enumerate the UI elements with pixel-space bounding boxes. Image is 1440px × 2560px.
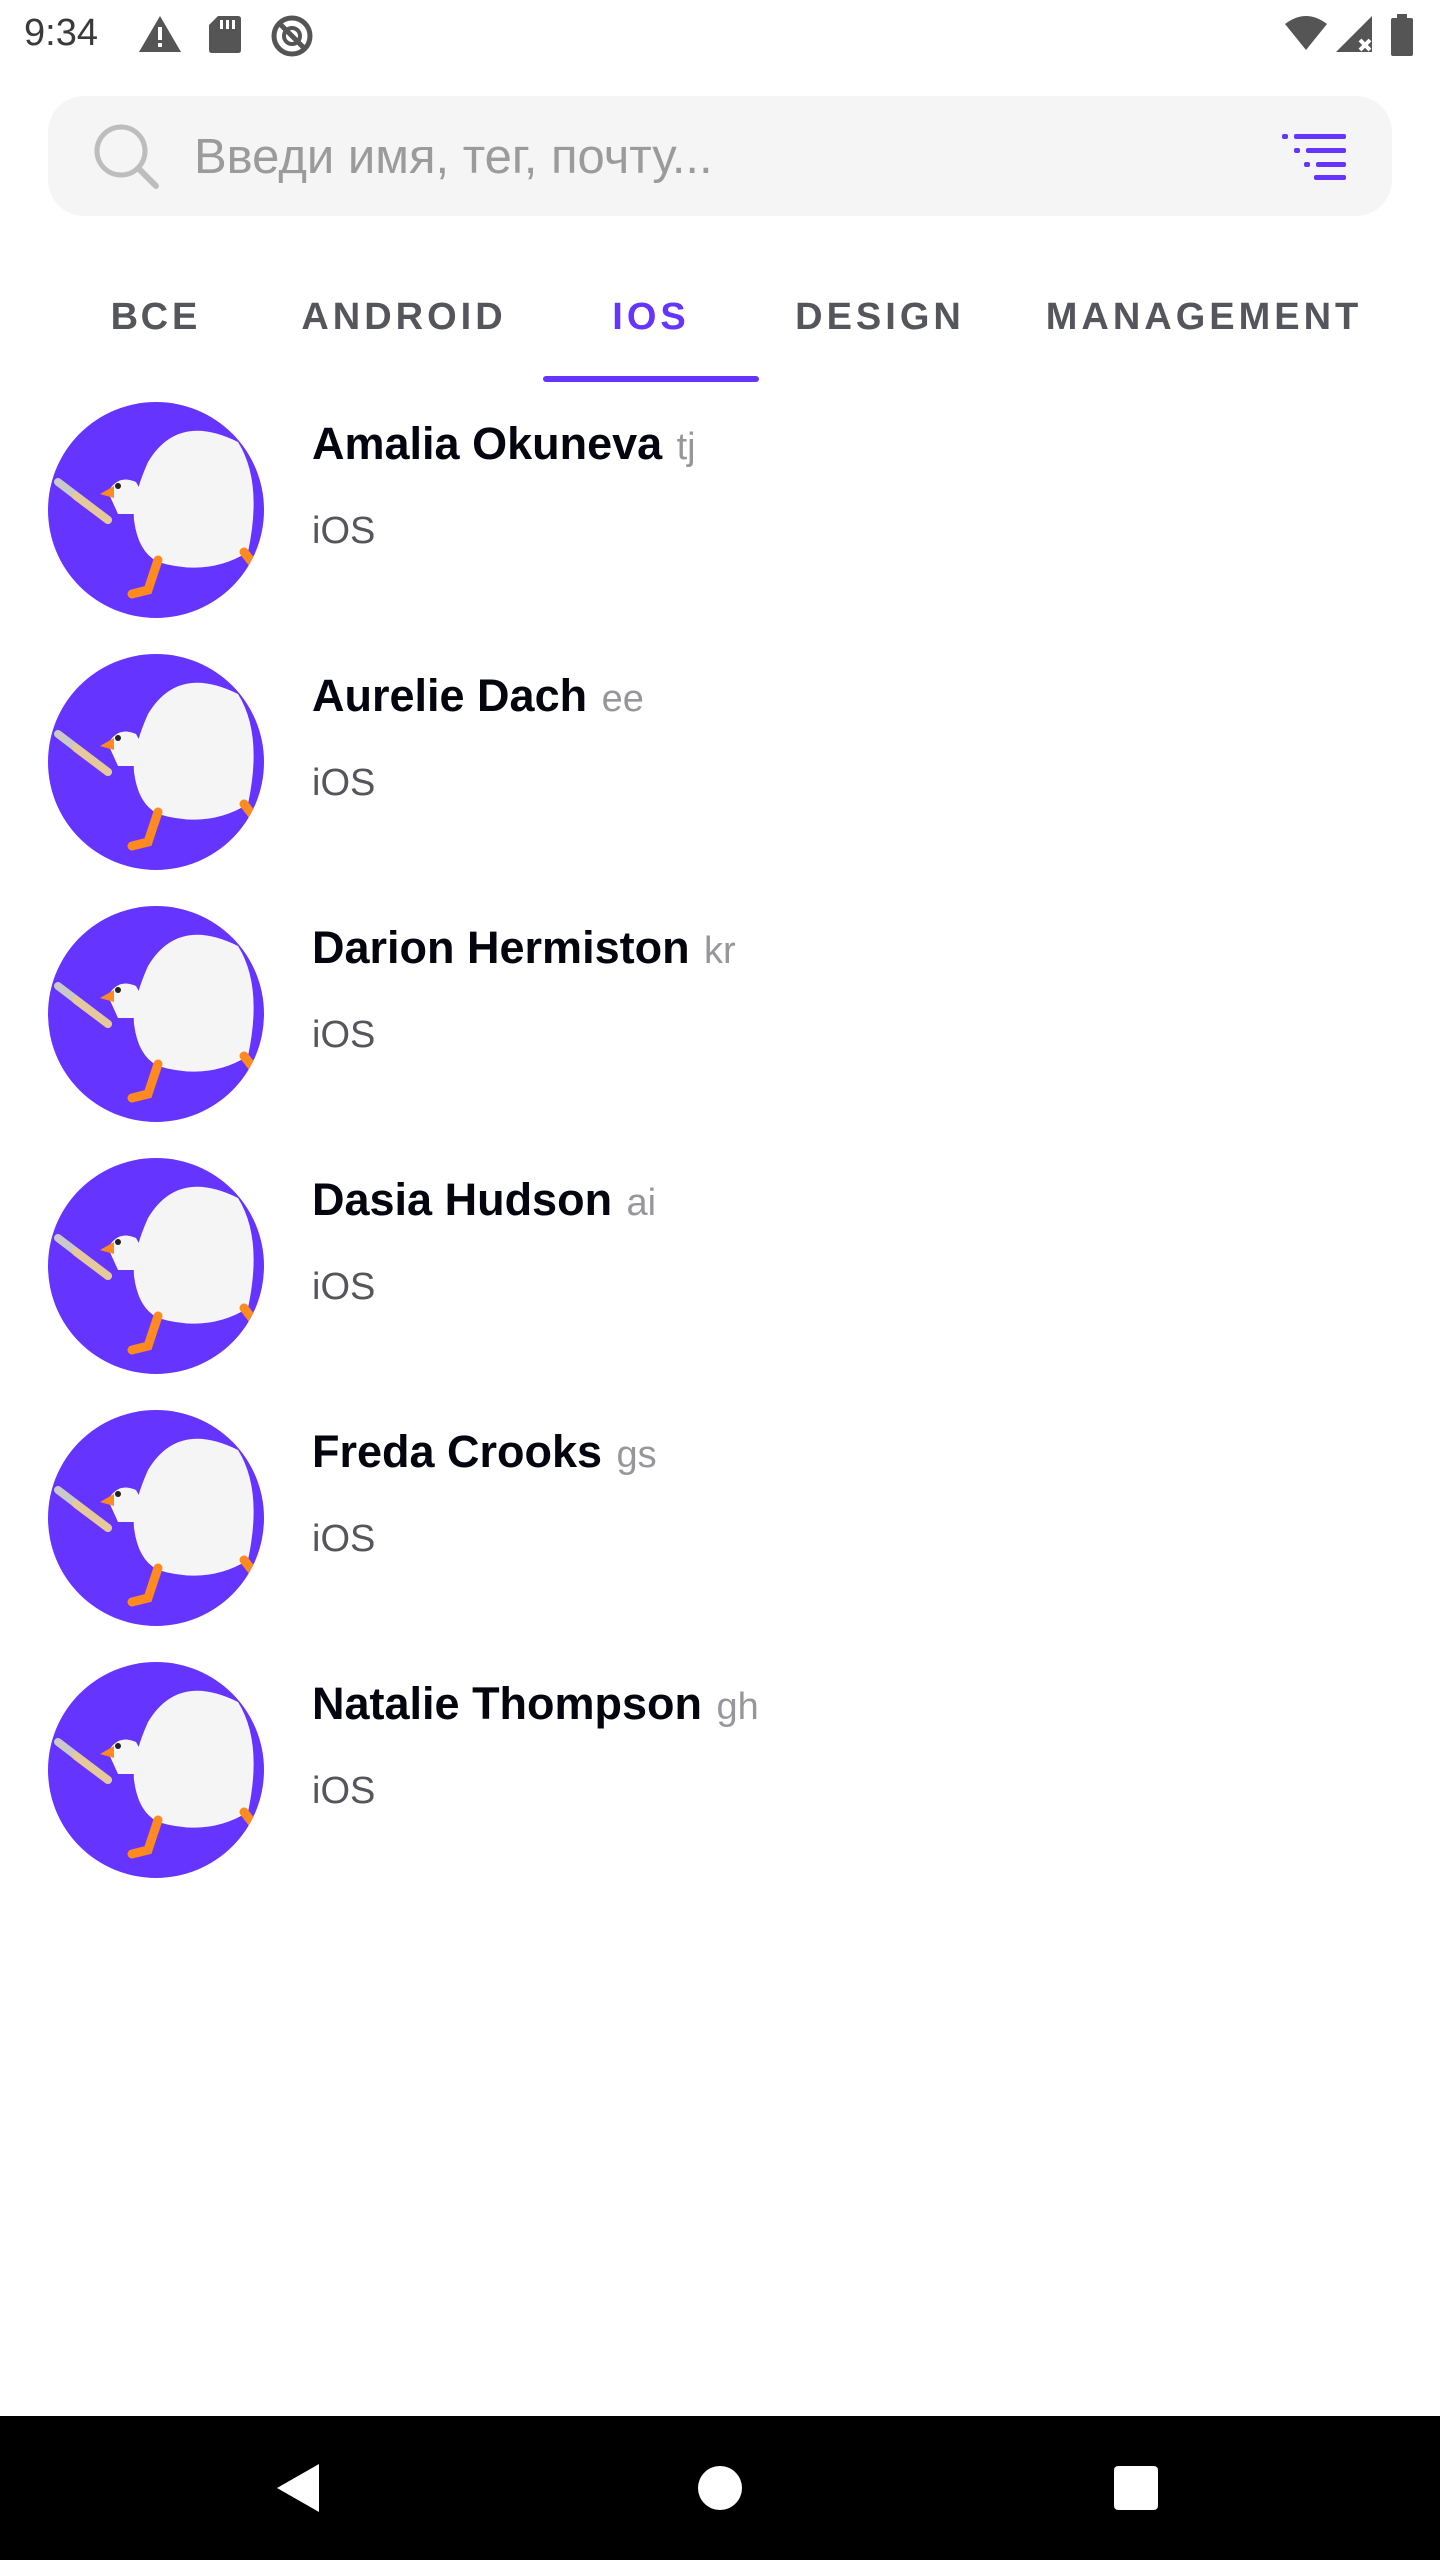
warning-icon <box>139 16 181 52</box>
tab-ios[interactable]: IOS <box>543 250 759 384</box>
user-department: iOS <box>312 1266 376 1308</box>
search-bar[interactable] <box>48 96 1392 218</box>
navigation-bar <box>0 2416 1440 2560</box>
goose-avatar-image <box>54 430 263 599</box>
back-icon <box>277 2464 319 2512</box>
cell-signal-icon <box>1336 16 1372 52</box>
home-icon <box>698 2466 742 2510</box>
list-item[interactable]: Aurelie Dach ee iOS <box>0 630 1440 882</box>
user-tag: tj <box>676 426 696 468</box>
user-name: Freda Crooks <box>312 1426 603 1477</box>
home-button[interactable] <box>648 2416 792 2560</box>
user-tag: ee <box>601 678 644 720</box>
list-item[interactable]: Natalie Thompson gh iOS <box>0 1638 1440 1890</box>
department-tabs: ВСЕ ANDROID IOS DESIGN MANAGEMENT <box>0 250 1440 384</box>
user-tag: gs <box>616 1434 657 1476</box>
avatar <box>48 1410 264 1626</box>
recents-button[interactable] <box>1064 2416 1208 2560</box>
avatar <box>48 654 264 870</box>
user-name: Darion Hermiston <box>312 922 690 973</box>
search-icon <box>94 124 159 189</box>
user-name: Natalie Thompson <box>312 1678 703 1729</box>
back-button[interactable] <box>226 2416 370 2560</box>
battery-icon <box>1391 14 1413 56</box>
avatar <box>48 1158 264 1374</box>
list-item[interactable]: Freda Crooks gs iOS <box>0 1386 1440 1638</box>
goose-avatar-image <box>54 1186 263 1355</box>
status-time: 9:34 <box>24 12 98 54</box>
user-department: iOS <box>312 1770 376 1812</box>
user-tag: kr <box>704 930 736 972</box>
user-name: Dasia Hudson <box>312 1174 613 1225</box>
status-bar: 9:34 <box>0 0 1440 72</box>
goose-avatar-image <box>54 934 263 1103</box>
list-item[interactable]: Darion Hermiston kr iOS <box>0 882 1440 1134</box>
list-item[interactable]: Dasia Hudson ai iOS <box>0 1134 1440 1386</box>
search-input[interactable] <box>192 96 1296 218</box>
avatar <box>48 906 264 1122</box>
user-name: Aurelie Dach <box>312 670 588 721</box>
avatar <box>48 1662 264 1878</box>
goose-avatar-image <box>54 1438 263 1607</box>
tab-all[interactable]: ВСЕ <box>64 250 248 384</box>
wifi-icon <box>1285 16 1327 50</box>
user-department: iOS <box>312 762 376 804</box>
user-department: iOS <box>312 1518 376 1560</box>
list-item[interactable]: Amalia Okuneva tj iOS <box>0 378 1440 630</box>
user-department: iOS <box>312 510 376 552</box>
filter-icon[interactable] <box>1282 132 1346 180</box>
tab-android[interactable]: ANDROID <box>284 250 524 384</box>
sd-card-icon <box>209 16 241 53</box>
user-department: iOS <box>312 1014 376 1056</box>
user-tag: ai <box>626 1182 657 1224</box>
avatar <box>48 402 264 618</box>
goose-avatar-image <box>54 682 263 851</box>
user-tag: gh <box>716 1686 759 1728</box>
user-name: Amalia Okuneva <box>312 418 663 469</box>
recents-icon <box>1114 2466 1158 2510</box>
tab-design[interactable]: DESIGN <box>780 250 980 384</box>
tab-management[interactable]: MANAGEMENT <box>1024 250 1384 384</box>
goose-avatar-image <box>54 1690 263 1859</box>
sync-icon <box>271 15 313 57</box>
